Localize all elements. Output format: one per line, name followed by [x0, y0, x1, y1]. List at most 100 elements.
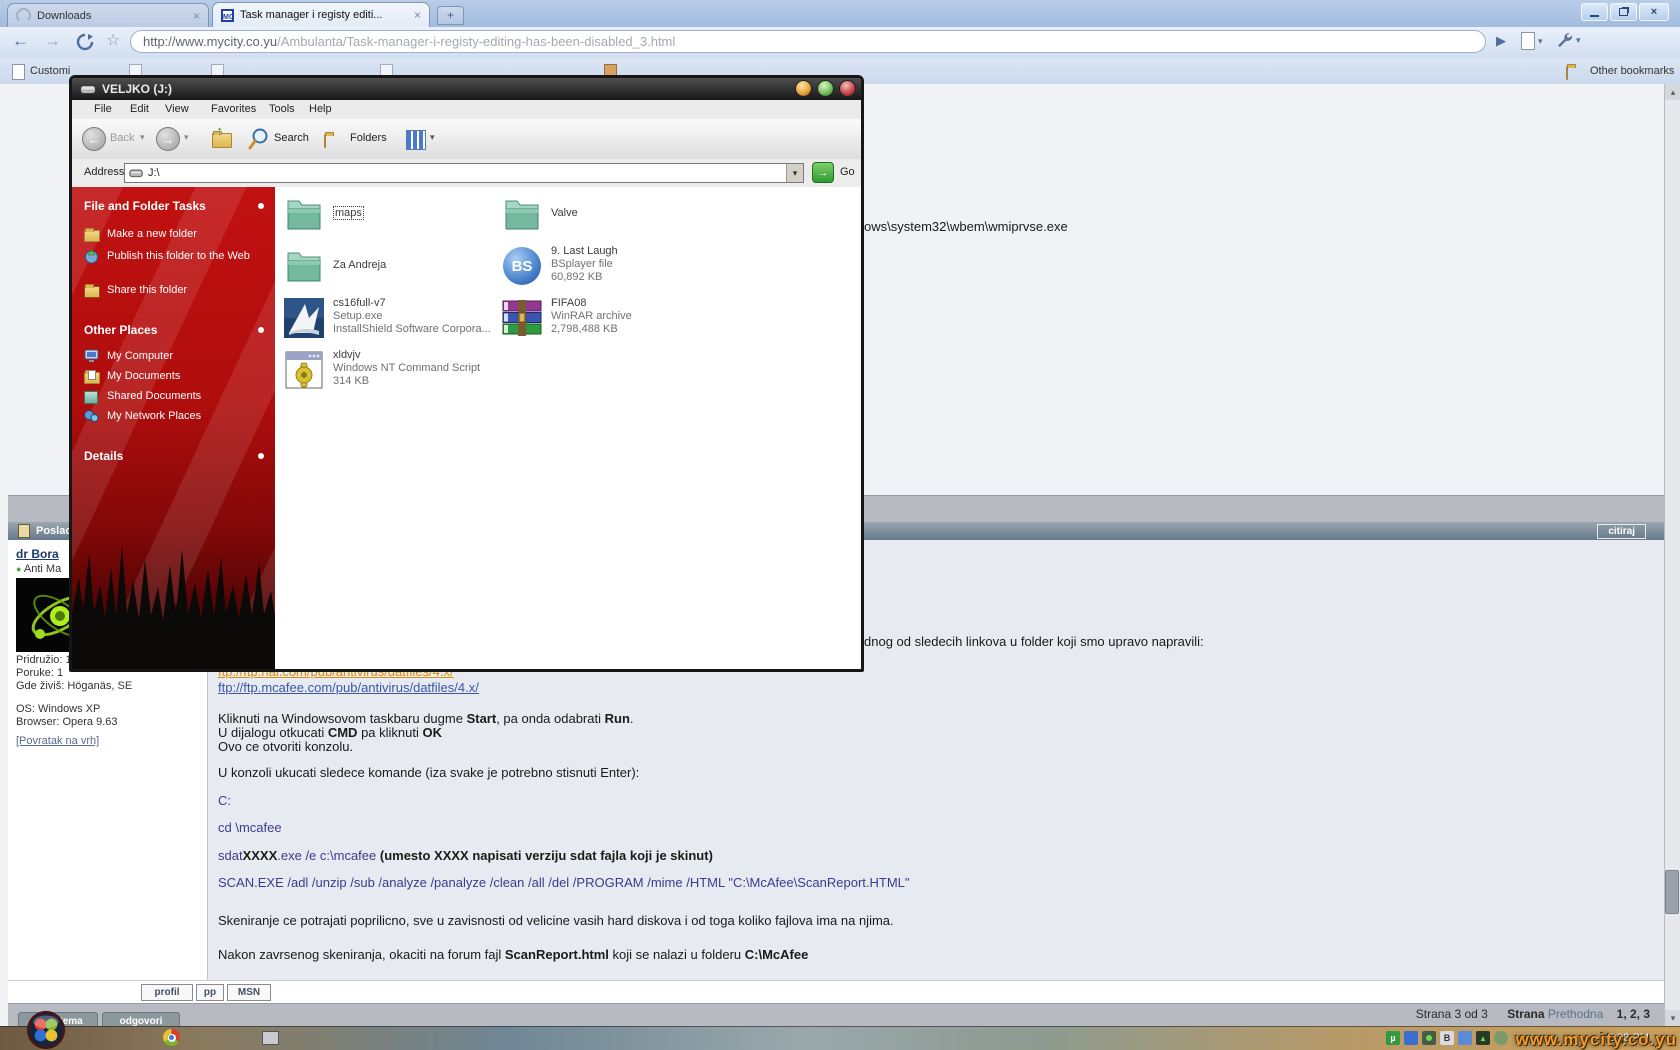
- page-number-links[interactable]: 1, 2, 3: [1617, 1007, 1650, 1021]
- tab-task-manager[interactable]: MC Task manager i registy editi... ×: [212, 2, 430, 27]
- loading-spinner-icon: [16, 8, 31, 23]
- instruction-line: Kliknuti na Windowsovom taskbaru dugme S…: [218, 711, 634, 726]
- views-icon[interactable]: [406, 130, 426, 150]
- command-line: SCAN.EXE /adl /unzip /sub /analyze /pana…: [218, 875, 910, 890]
- menu-tools[interactable]: Tools: [269, 103, 295, 115]
- tab-close-icon[interactable]: ×: [193, 10, 200, 22]
- profile-button[interactable]: profil: [141, 984, 193, 1001]
- file-tile-xldvjv[interactable]: xldvjv Windows NT Command Script 314 KB: [283, 349, 498, 391]
- screen: Downloads × MC Task manager i registy ed…: [0, 0, 1680, 1050]
- utorrent-tray-icon[interactable]: µ: [1386, 1031, 1400, 1045]
- explorer-toolbar: ← Back ▾ → ▾ ↑ Search Folders ▾: [72, 119, 861, 160]
- explorer-maximize-button[interactable]: [817, 80, 834, 97]
- file-tile-last-laugh[interactable]: BS 9. Last Laugh BSplayer file 60,892 KB: [501, 245, 716, 287]
- msn-button[interactable]: MSN: [227, 984, 271, 1001]
- section-dot-icon[interactable]: [258, 203, 264, 209]
- pagination: Strana 3 od 3 Strana Prethodna 1, 2, 3: [1170, 1007, 1650, 1021]
- bsplayer-tray-icon[interactable]: B: [1440, 1031, 1454, 1045]
- search-icon[interactable]: [248, 127, 270, 151]
- caret-icon: ▾: [1538, 35, 1543, 46]
- explorer-titlebar[interactable]: VELJKO (J:): [72, 78, 861, 100]
- task-share-folder[interactable]: Share this folder: [84, 283, 264, 298]
- chrome-quicklaunch-icon[interactable]: [163, 1029, 180, 1046]
- start-button[interactable]: [24, 1010, 68, 1050]
- instruction-line: Skeniranje ce potrajati poprilicno, sve …: [218, 913, 894, 928]
- explorer-body: File and Folder Tasks Make a new folder …: [72, 187, 861, 669]
- reload-icon[interactable]: [76, 33, 94, 51]
- tab-title: Downloads: [37, 9, 92, 22]
- window-close-button[interactable]: ×: [1639, 3, 1669, 21]
- menu-file[interactable]: File: [94, 103, 112, 115]
- wrench-menu-button[interactable]: ▾: [1556, 32, 1581, 49]
- section-dot-icon[interactable]: [258, 453, 264, 459]
- file-tile-valve[interactable]: Valve: [501, 193, 716, 235]
- menu-favorites[interactable]: Favorites: [211, 103, 256, 115]
- window-minimize-button[interactable]: [1581, 3, 1608, 21]
- file-tile-za-andreja[interactable]: Za Andreja: [283, 245, 498, 287]
- folders-button-label[interactable]: Folders: [350, 132, 387, 144]
- rank-dot-icon: ●: [16, 564, 22, 574]
- menu-view[interactable]: View: [165, 103, 189, 115]
- forward-icon[interactable]: →: [44, 31, 61, 51]
- tray-icon[interactable]: [1422, 1031, 1436, 1045]
- network-tray-icon[interactable]: [1404, 1031, 1418, 1045]
- tab-downloads[interactable]: Downloads ×: [7, 3, 209, 27]
- place-my-computer[interactable]: My Computer: [84, 349, 264, 363]
- place-my-documents[interactable]: My Documents: [84, 369, 264, 384]
- quicklaunch-icon[interactable]: [262, 1031, 279, 1045]
- go-button-icon[interactable]: →: [812, 162, 834, 183]
- back-button-icon[interactable]: ←: [82, 127, 106, 151]
- tray-icon[interactable]: [1494, 1031, 1508, 1045]
- views-dropdown-icon[interactable]: ▾: [430, 132, 435, 143]
- update-tray-icon[interactable]: ▲: [1476, 1031, 1490, 1045]
- scrollbar-thumb[interactable]: [1665, 870, 1679, 914]
- tab-title: Task manager i registy editi...: [240, 9, 383, 21]
- bookmark-item[interactable]: Customi: [30, 65, 70, 77]
- explorer-window[interactable]: VELJKO (J:) File Edit View Favorites Too…: [69, 75, 864, 672]
- back-button-label[interactable]: Back: [110, 132, 134, 144]
- quote-button[interactable]: citiraj: [1597, 523, 1646, 539]
- address-dropdown-icon[interactable]: ▾: [786, 164, 803, 182]
- file-tile-fifa08[interactable]: FIFA08 WinRAR archive 2,798,488 KB: [501, 297, 716, 339]
- log-text-fragment: ows\system32\wbem\wmiprvse.exe: [864, 219, 1068, 234]
- back-to-top-link[interactable]: [Povratak na vrh]: [16, 735, 99, 747]
- up-folder-icon[interactable]: ↑: [212, 123, 232, 151]
- go-icon[interactable]: ▶: [1496, 33, 1506, 49]
- ftp-link-mcafee[interactable]: ftp://ftp.mcafee.com/pub/antivirus/datfi…: [218, 680, 479, 695]
- new-tab-button[interactable]: +: [437, 6, 464, 25]
- window-restore-button[interactable]: [1610, 3, 1637, 21]
- file-tile-maps[interactable]: maps: [283, 193, 498, 235]
- scroll-down-arrow[interactable]: ▾: [1665, 1010, 1680, 1026]
- menu-help[interactable]: Help: [309, 103, 332, 115]
- other-bookmarks-button[interactable]: Other bookmarks: [1590, 65, 1674, 77]
- back-dropdown-icon[interactable]: ▾: [140, 132, 145, 143]
- menu-edit[interactable]: Edit: [130, 103, 149, 115]
- search-button-label[interactable]: Search: [274, 132, 309, 144]
- address-bar[interactable]: http://www.mycity.co.yu /Ambulanta/Task-…: [130, 30, 1486, 53]
- pm-button[interactable]: pp: [196, 984, 224, 1001]
- scroll-up-arrow[interactable]: ▴: [1665, 84, 1680, 100]
- folders-icon[interactable]: [324, 134, 326, 148]
- explorer-close-button[interactable]: [839, 80, 856, 97]
- page-menu-button[interactable]: ▾: [1521, 32, 1543, 50]
- previous-page-link[interactable]: Prethodna: [1548, 1007, 1603, 1021]
- task-publish-folder[interactable]: Publish this folder to the Web: [84, 249, 264, 264]
- back-icon[interactable]: ←: [12, 31, 29, 51]
- explorer-minimize-button[interactable]: [795, 80, 812, 97]
- tray-icon[interactable]: [1458, 1031, 1472, 1045]
- forward-dropdown-icon[interactable]: ▾: [184, 132, 189, 143]
- tab-close-icon[interactable]: ×: [414, 9, 421, 21]
- bookmark-page-icon[interactable]: [12, 64, 25, 80]
- my-computer-icon: [84, 349, 100, 363]
- forward-button-icon[interactable]: →: [156, 127, 180, 151]
- go-button-label[interactable]: Go: [840, 166, 855, 178]
- address-combo[interactable]: J:\ ▾: [124, 163, 804, 183]
- file-tile-cs16full[interactable]: cs16full-v7 Setup.exe InstallShield Soft…: [283, 297, 498, 339]
- author-name-link[interactable]: dr Bora: [16, 547, 59, 561]
- system-tray: µ B ▲: [1386, 1031, 1508, 1045]
- section-dot-icon[interactable]: [258, 327, 264, 333]
- task-make-new-folder[interactable]: Make a new folder: [84, 227, 264, 242]
- bookmark-star-icon[interactable]: ☆: [106, 30, 120, 50]
- place-my-network[interactable]: My Network Places: [84, 409, 264, 423]
- place-shared-documents[interactable]: Shared Documents: [84, 389, 264, 404]
